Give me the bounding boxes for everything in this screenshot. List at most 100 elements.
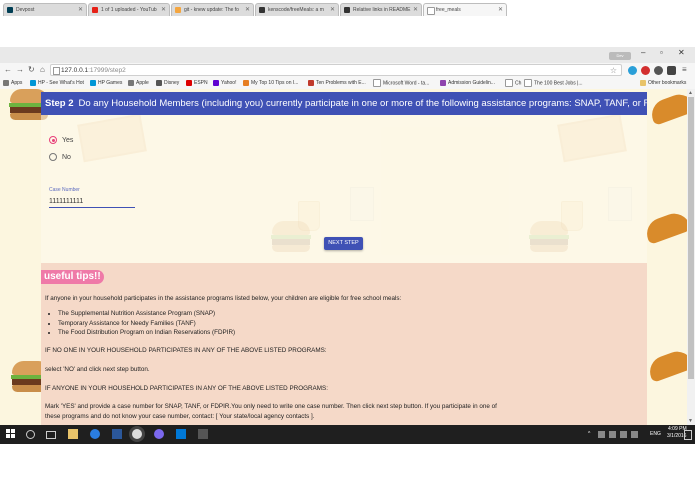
browser-tab-youtube[interactable]: 1 of 1 uploaded - YouTub ✕ — [88, 3, 170, 16]
app-icon[interactable] — [154, 429, 164, 439]
youtube-favicon-icon — [92, 7, 98, 13]
bookmark-item[interactable]: My Top 10 Tips on I... — [243, 79, 298, 88]
bookmark-item[interactable]: Yahoo! — [213, 79, 236, 88]
devpost-favicon-icon — [7, 7, 13, 13]
close-icon[interactable]: ✕ — [498, 4, 503, 16]
tips-intro: If anyone in your household participates… — [45, 295, 402, 302]
list-item: The Food Distribution Program on Indian … — [58, 328, 235, 338]
app-icon[interactable] — [112, 429, 122, 439]
radio-no[interactable]: No — [49, 153, 71, 161]
tray-chevron-icon[interactable]: ^ — [588, 431, 590, 438]
task-view-icon[interactable] — [46, 431, 56, 439]
bookmark-item[interactable]: Disney — [156, 79, 179, 88]
bookmark-item[interactable]: Admission Guidelin... — [440, 79, 495, 88]
radio-button-unchecked[interactable] — [49, 153, 57, 161]
apps-icon — [3, 79, 9, 86]
bookmark-item[interactable]: HP Games — [90, 79, 122, 88]
espn-icon — [186, 79, 192, 86]
page-icon — [524, 79, 532, 87]
close-icon[interactable]: ✕ — [245, 4, 250, 16]
windows-start-icon[interactable] — [6, 429, 16, 439]
tray-icon[interactable] — [598, 431, 605, 438]
browser-tab-free-meals[interactable]: free_meals ✕ — [423, 3, 507, 16]
croissant-illustration — [647, 90, 687, 126]
hp-icon — [30, 79, 36, 86]
language-indicator[interactable]: ENG — [650, 431, 661, 438]
croissant-illustration — [645, 347, 687, 383]
close-icon[interactable]: ✕ — [330, 4, 335, 16]
no-participation-text: select 'NO' and click next step button. — [45, 366, 150, 373]
bookmark-item[interactable]: HP - See What's Hot — [30, 79, 84, 88]
address-bar[interactable]: 127.0.0.1:17999/step2 ☆ — [50, 64, 622, 76]
next-step-button[interactable]: NEXT STEP — [324, 237, 363, 250]
home-icon[interactable]: ⌂ — [40, 65, 45, 74]
bookmark-apps[interactable]: Apps — [3, 79, 22, 88]
other-bookmarks[interactable]: Other bookmarks — [640, 79, 686, 88]
programs-list: The Supplemental Nutrition Assistance Pr… — [50, 309, 235, 338]
hp-icon — [90, 79, 96, 86]
browser-icon[interactable] — [90, 429, 100, 439]
adblock-extension-icon[interactable] — [641, 66, 650, 75]
app-icon[interactable] — [198, 429, 208, 439]
extension-icon[interactable] — [667, 66, 676, 75]
case-number-label: Case Number — [49, 187, 80, 193]
bookmark-item[interactable]: Apple — [128, 79, 149, 88]
wifi-icon[interactable] — [620, 431, 627, 438]
bookmark-star-icon[interactable]: ☆ — [610, 65, 617, 77]
extension-icon[interactable] — [654, 66, 663, 75]
cortana-icon[interactable] — [26, 430, 35, 439]
profile-chip[interactable]: Dev — [609, 52, 631, 60]
url-path: :17999/step2 — [88, 67, 126, 74]
app-icon[interactable] — [176, 429, 186, 439]
case-number-input[interactable] — [49, 196, 135, 208]
tab-title: kenscode/freeMeals: a m — [268, 7, 324, 13]
tab-title: 1 of 1 uploaded - YouTub — [101, 7, 157, 13]
close-icon[interactable]: ✕ — [78, 4, 83, 16]
browser-tab-github-freemeals[interactable]: kenscode/freeMeals: a m ✕ — [255, 3, 339, 16]
browser-tab-devpost[interactable]: Devpost ✕ — [3, 3, 87, 16]
reload-icon[interactable]: ↻ — [28, 65, 35, 74]
bookmark-item[interactable]: Microsoft Word - ta... — [373, 79, 429, 88]
apple-icon — [128, 79, 134, 86]
scroll-up-icon[interactable]: ▲ — [688, 90, 693, 96]
step-header: Step 2 Do any Household Members (includin… — [41, 92, 647, 115]
yes-participation-text: Mark 'YES' and provide a case number for… — [45, 403, 497, 420]
forward-icon[interactable]: → — [16, 65, 24, 74]
page-icon — [373, 79, 381, 87]
page-icon — [308, 79, 314, 86]
croissant-illustration — [642, 209, 687, 245]
browser-tab-github-readme[interactable]: Relative links in README ✕ — [340, 3, 422, 16]
url-host: 127.0.0.1 — [61, 67, 89, 74]
radio-yes[interactable]: Yes — [49, 136, 73, 144]
back-icon[interactable]: ← — [4, 65, 12, 74]
radio-label-no: No — [62, 153, 71, 161]
chrome-icon[interactable] — [132, 429, 142, 439]
battery-icon[interactable] — [609, 431, 616, 438]
tips-badge: useful tips!! — [41, 270, 104, 284]
bookmark-item[interactable]: Ten Problems with E... — [308, 79, 366, 88]
file-explorer-icon[interactable] — [68, 429, 78, 439]
maximize-icon[interactable]: ▫ — [660, 48, 663, 57]
bookmark-item[interactable]: The 100 Best Jobs |... — [524, 79, 583, 88]
close-icon[interactable]: ✕ — [161, 4, 166, 16]
skype-extension-icon[interactable] — [628, 66, 637, 75]
volume-icon[interactable] — [631, 431, 638, 438]
menu-icon[interactable]: ≡ — [682, 65, 687, 74]
page-favicon-icon — [427, 7, 435, 15]
close-window-icon[interactable]: ✕ — [678, 48, 685, 57]
tips-panel — [41, 263, 647, 425]
page-info-icon[interactable] — [53, 67, 60, 75]
browser-tab-git[interactable]: git - knew update: The fo ✕ — [171, 3, 254, 16]
scrollbar-thumb[interactable] — [688, 97, 694, 379]
list-item: Temporary Assistance for Needy Families … — [58, 319, 235, 329]
minimize-icon[interactable]: – — [641, 48, 645, 57]
yes-participation-heading: IF ANYONE IN YOUR HOUSEHOLD PARTICIPATES… — [45, 385, 328, 392]
bookmark-item[interactable]: Ch — [505, 79, 521, 88]
scroll-down-icon[interactable]: ▼ — [688, 418, 693, 424]
tab-title: git - knew update: The fo — [184, 7, 239, 13]
close-icon[interactable]: ✕ — [413, 4, 418, 16]
radio-button-checked[interactable] — [49, 136, 57, 144]
bookmark-item[interactable]: ESPN — [186, 79, 208, 88]
radio-label-yes: Yes — [62, 136, 74, 144]
notifications-icon[interactable] — [684, 430, 692, 440]
